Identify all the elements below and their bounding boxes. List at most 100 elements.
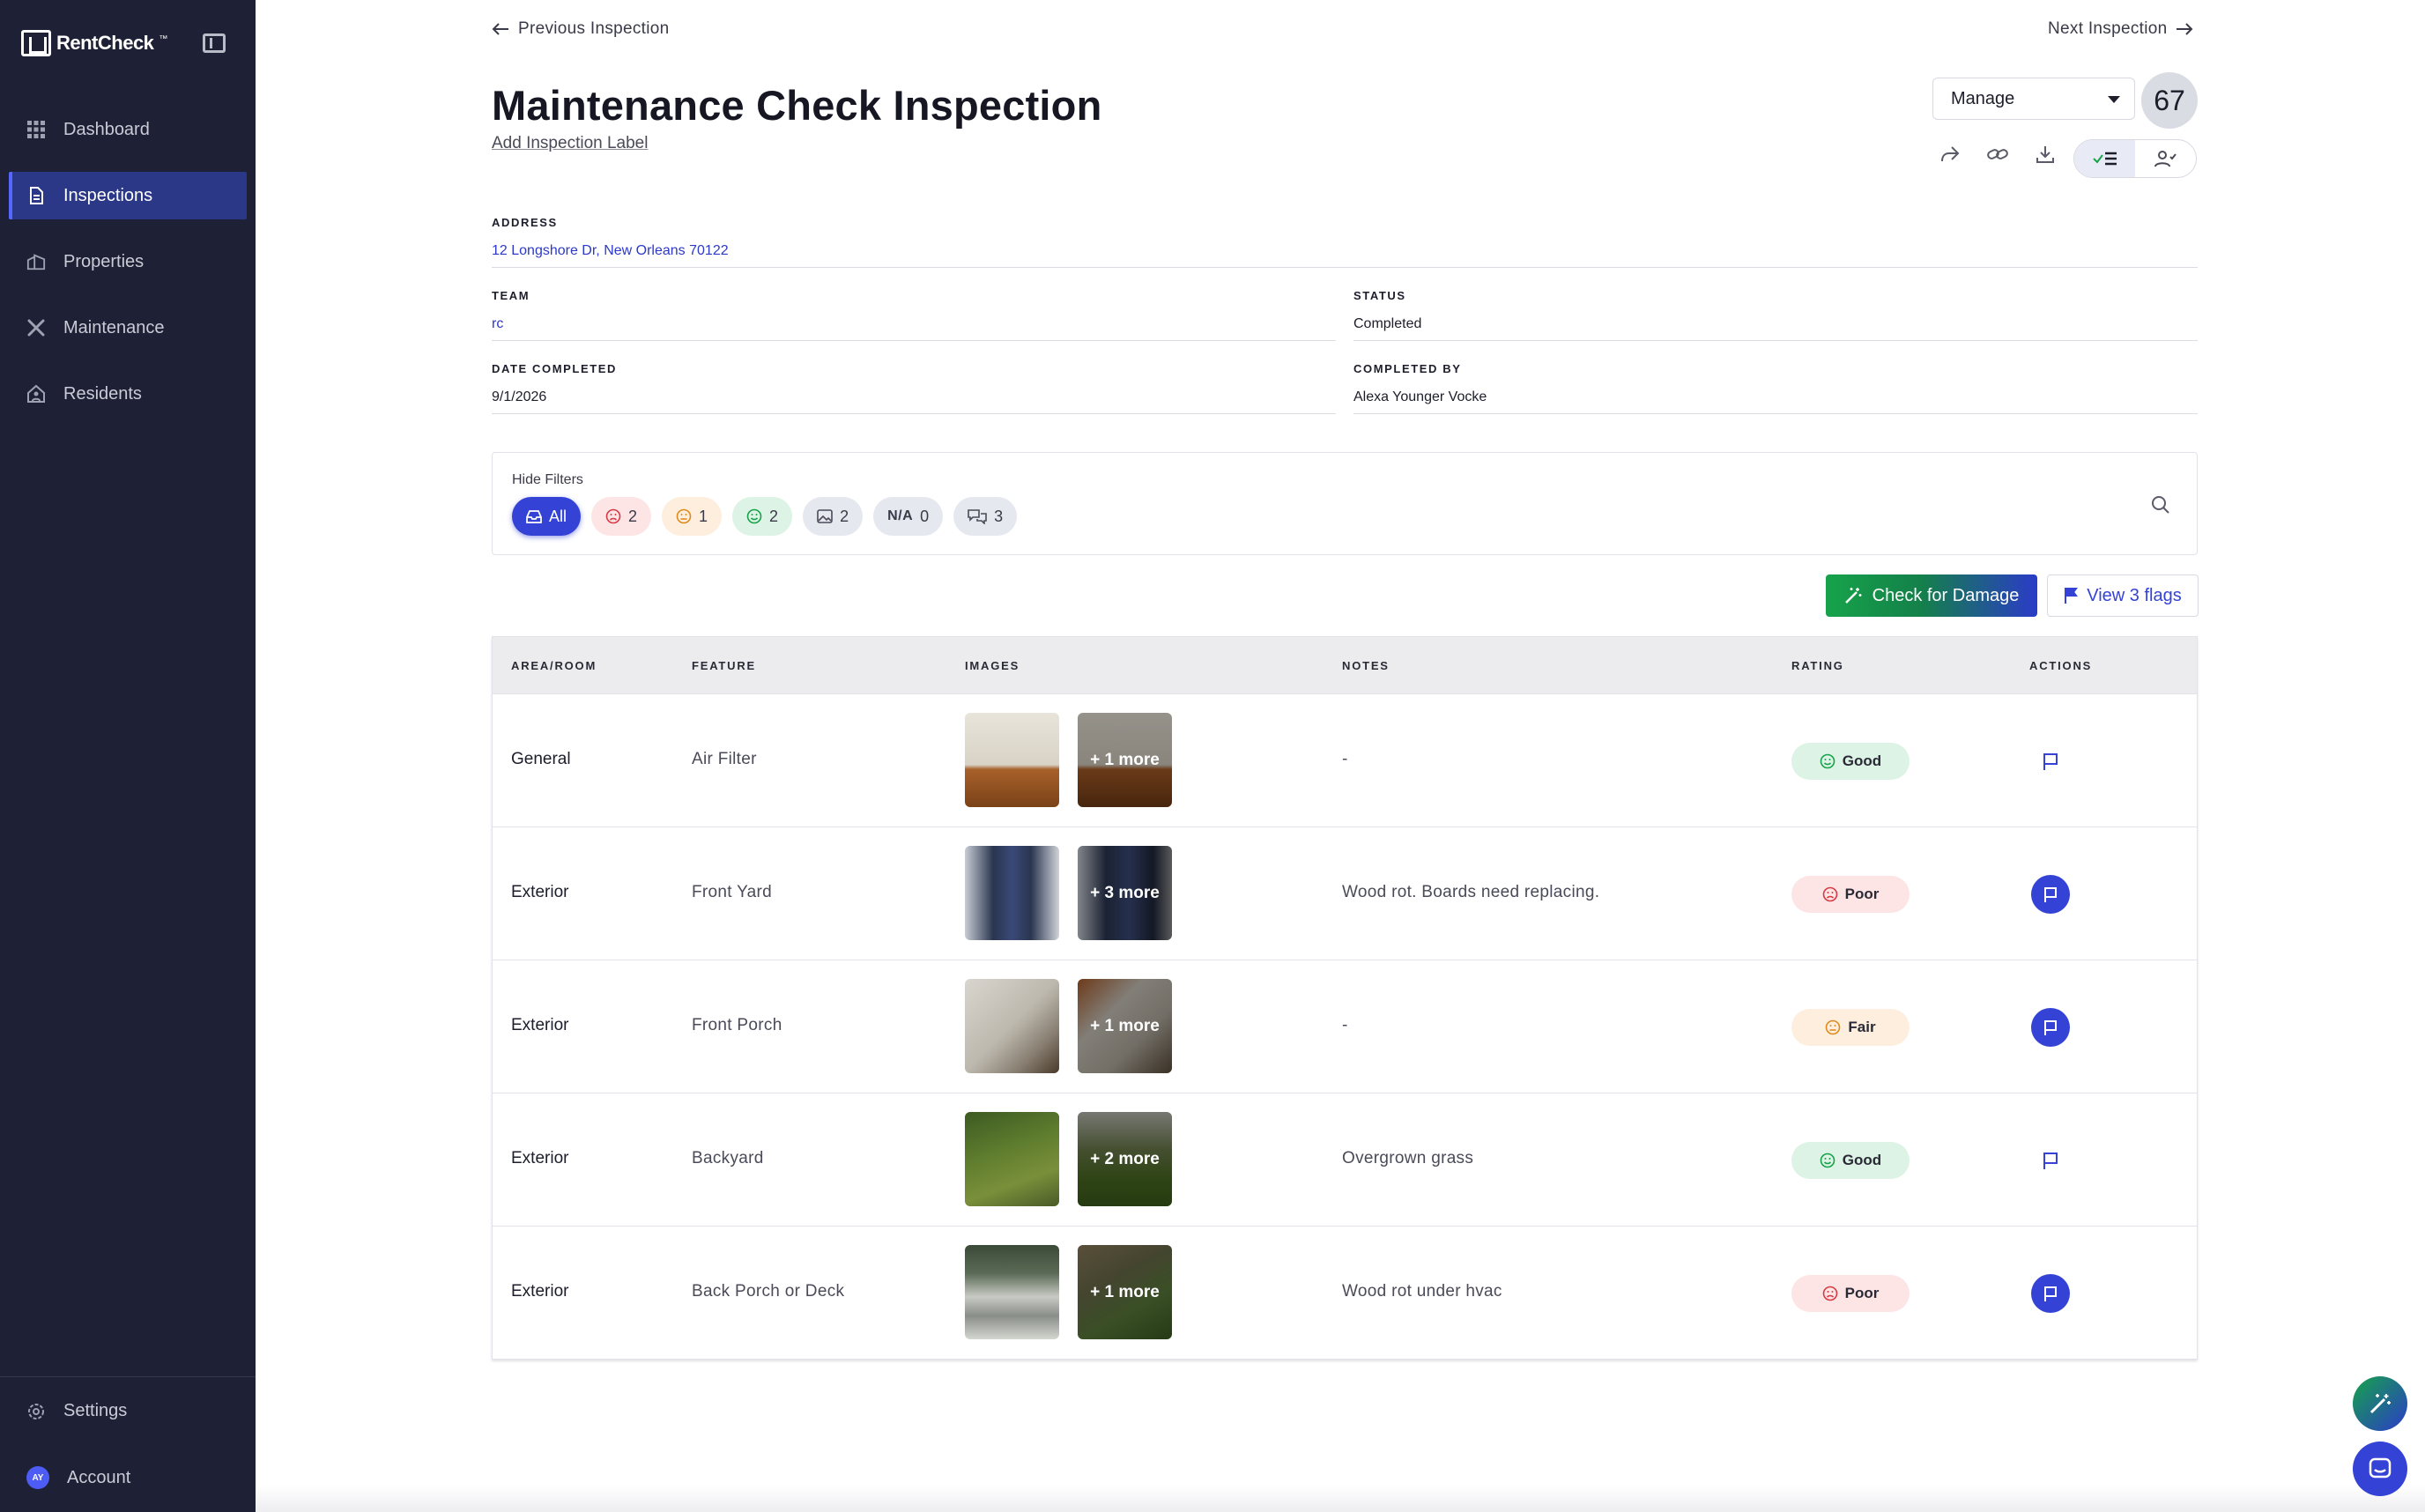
filter-chip-poor[interactable]: 2	[591, 497, 652, 536]
more-photos-label: + 2 more	[1078, 1112, 1172, 1206]
rating-badge: Fair	[1791, 1009, 1910, 1046]
share-icon[interactable]	[1935, 139, 1965, 169]
smile-face-icon	[746, 508, 762, 524]
link-icon[interactable]	[1983, 139, 2013, 169]
flag-action-button[interactable]	[2031, 742, 2070, 781]
notes-cell: -	[1342, 1016, 1348, 1034]
table-row[interactable]: Exterior Front Porch + 1 more - Fair	[493, 960, 2197, 1093]
previous-inspection-label: Previous Inspection	[518, 19, 670, 38]
feature-cell: Front Porch	[692, 1016, 782, 1034]
filter-fair-count: 1	[699, 507, 708, 525]
notes-cell: -	[1342, 750, 1348, 768]
flag-action-button[interactable]	[2031, 1274, 2070, 1313]
inbox-icon	[526, 510, 542, 523]
sidebar: RentCheck ™ Dashboard Inspections Proper…	[0, 0, 256, 1512]
photo-thumbnail[interactable]: + 3 more	[1078, 846, 1172, 940]
account-label: Account	[67, 1467, 131, 1487]
sidebar-item-properties[interactable]: Properties	[9, 238, 247, 285]
view-flags-button[interactable]: View 3 flags	[2047, 574, 2199, 617]
sidebar-item-label: Maintenance	[63, 317, 165, 337]
sidebar-item-inspections[interactable]: Inspections	[9, 172, 247, 219]
bottom-fade	[256, 1486, 2425, 1512]
rating-badge: Good	[1791, 1142, 1910, 1179]
table-row[interactable]: Exterior Front Yard + 3 more Wood rot. B…	[493, 826, 2197, 960]
filter-chip-na[interactable]: N/A 0	[873, 497, 944, 536]
sidebar-item-residents[interactable]: Residents	[9, 370, 247, 418]
sidebar-item-account[interactable]: AY Account	[26, 1466, 130, 1489]
flag-action-button[interactable]	[2031, 1141, 2070, 1180]
area-cell: General	[511, 750, 571, 768]
document-icon	[26, 186, 46, 205]
comments-icon	[968, 509, 987, 524]
filter-chip-notes[interactable]: 3	[953, 497, 1018, 536]
flag-action-button[interactable]	[2031, 1008, 2070, 1047]
table-row[interactable]: Exterior Backyard + 2 more Overgrown gra…	[493, 1093, 2197, 1226]
magic-wand-icon	[2369, 1394, 2391, 1414]
download-icon[interactable]	[2030, 139, 2060, 169]
manage-dropdown[interactable]: Manage	[1932, 78, 2135, 120]
photo-thumbnail[interactable]: + 1 more	[1078, 713, 1172, 807]
smile-face-icon	[1820, 753, 1835, 769]
date-completed-field: DATE COMPLETED 9/1/2026	[492, 362, 1336, 414]
flag-outline-icon	[2044, 887, 2057, 902]
ai-assist-button[interactable]	[2353, 1376, 2407, 1431]
filter-chip-fair[interactable]: 1	[662, 497, 723, 536]
col-actions: ACTIONS	[2029, 659, 2093, 672]
feature-cell: Front Yard	[692, 883, 773, 901]
address-link[interactable]: 12 Longshore Dr, New Orleans 70122	[492, 243, 2198, 259]
next-inspection-link[interactable]: Next Inspection	[2048, 19, 2193, 39]
rating-label: Poor	[1844, 886, 1880, 902]
table-row[interactable]: Exterior Back Porch or Deck + 1 more Woo…	[493, 1226, 2197, 1359]
sad-face-icon	[1822, 1286, 1837, 1301]
previous-inspection-link[interactable]: Previous Inspection	[492, 19, 670, 39]
sidebar-collapse-icon[interactable]	[203, 33, 226, 53]
rating-label: Poor	[1844, 1285, 1880, 1301]
filter-chip-good[interactable]: 2	[732, 497, 793, 536]
more-photos-label: + 1 more	[1078, 979, 1172, 1073]
inspection-score-badge: 67	[2141, 72, 2198, 129]
photo-thumbnail[interactable]: + 2 more	[1078, 1112, 1172, 1206]
sidebar-item-settings[interactable]: Settings	[26, 1401, 127, 1421]
filter-poor-count: 2	[628, 507, 638, 525]
hide-filters-link[interactable]: Hide Filters	[512, 472, 583, 488]
col-feature[interactable]: FEATURE	[692, 659, 756, 672]
flag-icon	[2065, 588, 2079, 604]
filter-chip-images[interactable]: 2	[803, 497, 864, 536]
people-view-icon[interactable]	[2135, 140, 2196, 177]
chat-icon	[2369, 1457, 2392, 1479]
team-link[interactable]: rc	[492, 316, 1336, 332]
filter-chip-all[interactable]: All	[512, 497, 582, 536]
photo-thumbnail[interactable]	[965, 846, 1059, 940]
sidebar-item-label: Residents	[63, 383, 142, 404]
filters-panel: Hide Filters All 2 1 2 2 N/A 0 3	[492, 452, 2198, 555]
rating-badge: Poor	[1791, 876, 1910, 913]
col-area[interactable]: AREA/ROOM	[511, 659, 597, 672]
filter-na-label: N/A	[887, 508, 914, 523]
chat-support-button[interactable]	[2353, 1442, 2407, 1496]
checklist-view-icon[interactable]	[2074, 140, 2135, 177]
smile-face-icon	[1820, 1153, 1835, 1168]
filter-all-label: All	[549, 507, 567, 525]
feature-cell: Air Filter	[692, 750, 757, 768]
photo-thumbnail[interactable]	[965, 1245, 1059, 1339]
sidebar-item-maintenance[interactable]: Maintenance	[9, 304, 247, 352]
rentcheck-logo[interactable]: RentCheck ™	[21, 30, 167, 56]
add-inspection-label-link[interactable]: Add Inspection Label	[492, 134, 648, 153]
col-rating[interactable]: RATING	[1791, 659, 1844, 672]
table-row[interactable]: General Air Filter + 1 more - Good	[493, 693, 2197, 826]
team-field: TEAM rc	[492, 289, 1336, 341]
sidebar-item-dashboard[interactable]: Dashboard	[9, 106, 247, 153]
feature-cell: Backyard	[692, 1149, 764, 1167]
sidebar-item-label: Dashboard	[63, 119, 150, 139]
image-icon	[817, 509, 833, 523]
photo-thumbnail[interactable]	[965, 1112, 1059, 1206]
photo-thumbnail[interactable]: + 1 more	[1078, 979, 1172, 1073]
check-for-damage-button[interactable]: Check for Damage	[1826, 574, 2037, 617]
col-images: IMAGES	[965, 659, 1020, 672]
flag-action-button[interactable]	[2031, 875, 2070, 914]
photo-thumbnail[interactable]	[965, 713, 1059, 807]
logo-tm: ™	[159, 33, 168, 44]
search-icon[interactable]	[2151, 495, 2170, 519]
photo-thumbnail[interactable]	[965, 979, 1059, 1073]
photo-thumbnail[interactable]: + 1 more	[1078, 1245, 1172, 1339]
